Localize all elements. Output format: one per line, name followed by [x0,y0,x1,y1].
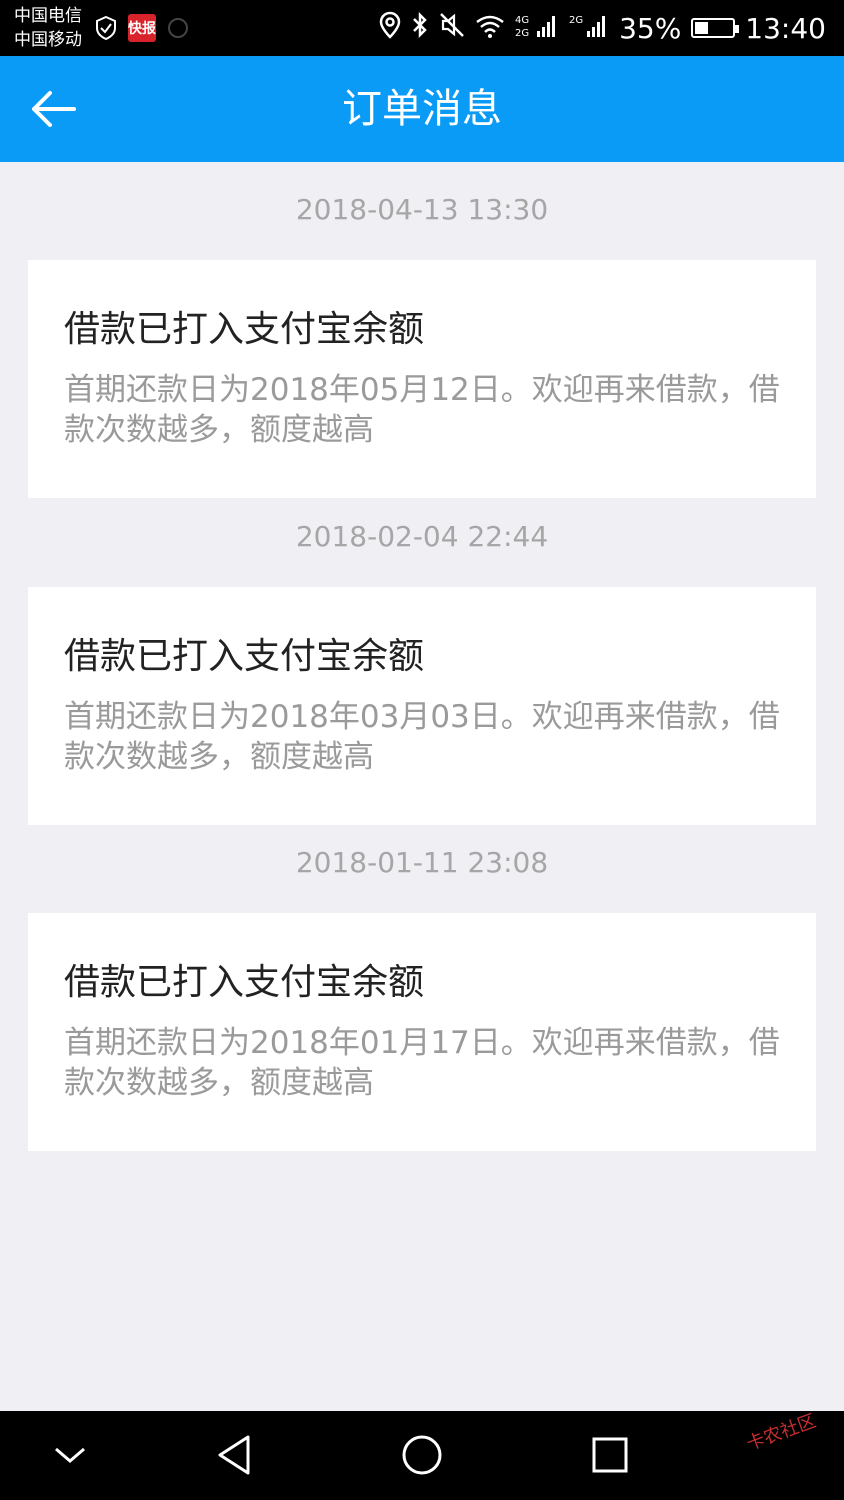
message-time: 2018-01-11 23:08 [295,846,549,879]
message-body: 首期还款日为2018年01月17日。欢迎再来借款，借款次数越多，额度越高 [64,1025,780,1101]
message-title: 借款已打入支付宝余额 [64,636,425,677]
cellular-signal-icon-2: 2G [569,11,609,46]
back-triangle-icon[interactable] [206,1431,262,1479]
carrier-1: 中国电信 [14,6,82,26]
svg-text:2G: 2G [569,15,583,26]
page-title: 订单消息 [342,86,502,132]
message-title: 借款已打入支付宝余额 [64,962,425,1003]
message-card[interactable]: 借款已打入支付宝余额 首期还款日为2018年01月17日。欢迎再来借款，借款次数… [28,913,816,1151]
message-card[interactable]: 借款已打入支付宝余额 首期还款日为2018年05月12日。欢迎再来借款，借款次数… [28,260,816,498]
message-title: 借款已打入支付宝余额 [64,309,425,350]
system-nav-bar [0,1411,844,1500]
notification-app-icon [166,14,190,42]
app-bar: 订单消息 [0,56,844,162]
message-card[interactable]: 借款已打入支付宝余额 首期还款日为2018年03月03日。欢迎再来借款，借款次数… [28,587,816,825]
message-time: 2018-02-04 22:44 [295,520,549,553]
svg-text:4G: 4G [515,15,529,26]
status-right-group: 4G 2G 2G 35% 13:40 [379,8,826,48]
news-app-icon: 快报 [128,14,156,42]
mute-icon [439,12,465,45]
shield-check-icon [94,14,118,42]
status-bar: 中国电信 中国移动 快报 4G 2G 2G 35% 13:40 [0,0,844,56]
carrier-2: 中国移动 [14,30,82,50]
message-body: 首期还款日为2018年05月12日。欢迎再来借款，借款次数越多，额度越高 [64,372,780,448]
cellular-signal-icon-1: 4G 2G [515,11,559,46]
clock: 13:40 [745,11,826,45]
battery-icon [691,18,740,38]
home-circle-icon[interactable] [394,1431,450,1479]
battery-percent: 35% [619,11,682,45]
hide-keyboard-icon[interactable] [42,1431,98,1479]
carrier-info: 中国电信 中国移动 [14,4,82,52]
wifi-icon [475,12,505,45]
recents-square-icon[interactable] [582,1431,638,1479]
bluetooth-icon [411,11,429,46]
message-body: 首期还款日为2018年03月03日。欢迎再来借款，借款次数越多，额度越高 [64,699,780,775]
svg-text:2G: 2G [515,28,529,39]
message-time: 2018-04-13 13:30 [295,193,549,226]
location-icon [379,11,401,46]
